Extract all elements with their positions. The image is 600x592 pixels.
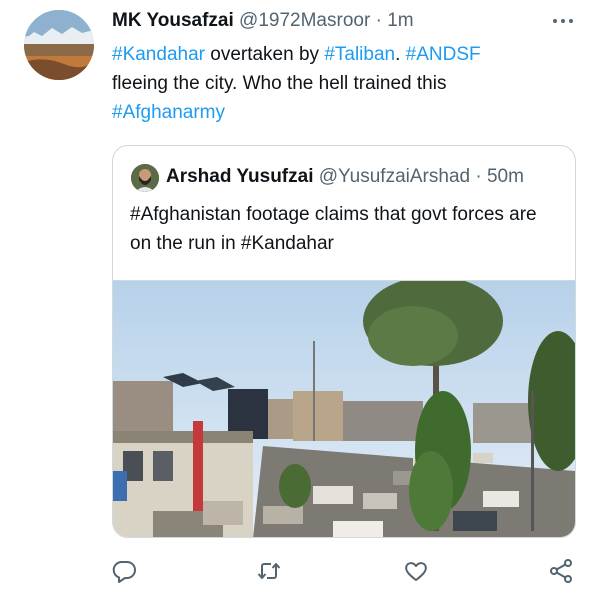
tweet-text-part[interactable]: #ANDSF [406,44,481,65]
quoted-tweet-header: Arshad Yusufzai @YusufzaiArshad · 50m [166,166,524,188]
header-separator: · [370,10,388,31]
reply-icon[interactable] [111,558,137,584]
tweet-text: #Kandahar overtaken by #Taliban. #ANDSF … [112,40,582,127]
tweet-text-part[interactable]: #Kandahar [112,44,205,65]
like-icon[interactable] [403,558,429,584]
tweet-text-part: fleeing the city. Who the hell trained t… [112,73,447,94]
quoted-header-separator: · [470,166,487,187]
quoted-tweet-card[interactable]: Arshad Yusufzai @YusufzaiArshad · 50m #A… [112,145,576,538]
timestamp[interactable]: 1m [387,10,413,31]
quoted-avatar[interactable] [131,164,159,192]
avatar[interactable] [24,10,94,80]
tweet-actions [0,558,600,584]
tweet-text-part: overtaken by [204,44,325,65]
author-handle[interactable]: @1972Masroor [239,10,370,31]
quoted-timestamp[interactable]: 50m [487,166,524,187]
quoted-author-handle[interactable]: @YusufzaiArshad [319,166,470,187]
share-icon[interactable] [548,558,574,584]
more-options-icon[interactable] [551,14,575,28]
quoted-tweet-text: #Afghanistan footage claims that govt fo… [130,204,537,254]
author-name[interactable]: MK Yousafzai [112,10,234,31]
quoted-author-name[interactable]: Arshad Yusufzai [166,166,313,187]
retweet-icon[interactable] [256,558,282,584]
avatar-landscape-image [24,10,94,80]
tweet-text-part[interactable]: #Taliban [324,44,395,65]
quoted-video-thumbnail[interactable] [113,280,575,537]
tweet-text-part[interactable]: #Afghanarmy [112,102,225,123]
tweet-text-part: . [395,44,406,65]
tweet-header: MK Yousafzai @1972Masroor · 1m [112,10,414,32]
